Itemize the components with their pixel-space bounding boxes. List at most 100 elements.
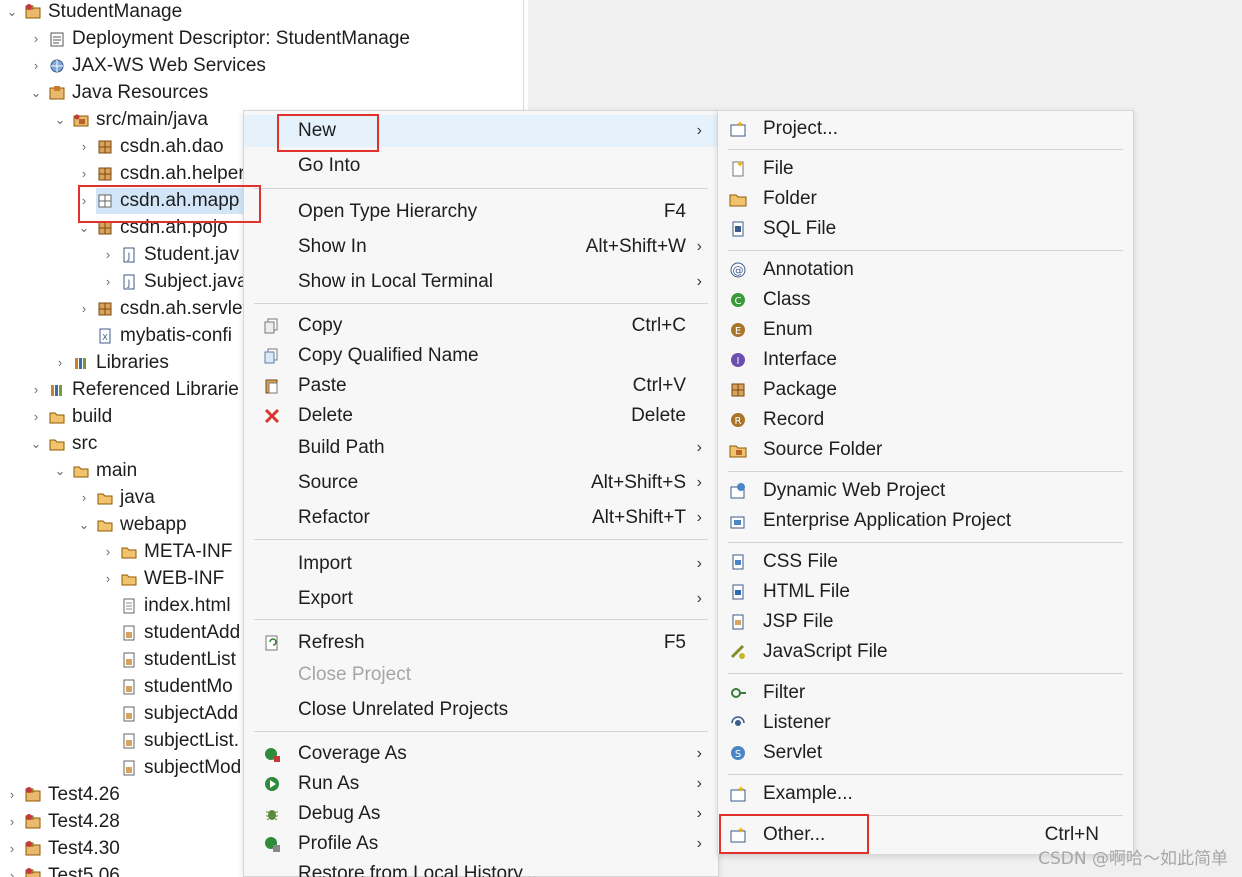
menu-item-source[interactable]: Source Alt+Shift+S › (244, 467, 718, 499)
menu-item-close-unrelated-projects[interactable]: Close Unrelated Projects (244, 694, 718, 726)
new-menu-item-sql-file[interactable]: SQL File (718, 213, 1133, 245)
chevron-right-icon[interactable]: › (100, 565, 116, 592)
chevron-right-icon[interactable]: › (76, 133, 92, 160)
new-menu-item-package[interactable]: Package (718, 374, 1133, 406)
submenu-arrow-icon: › (696, 474, 702, 491)
menu-item-label: Folder (763, 188, 817, 209)
menu-item-export[interactable]: Export › (244, 583, 718, 615)
menu-item-shortcut: Alt+Shift+S (590, 472, 686, 493)
chevron-down-icon[interactable]: ⌄ (28, 430, 44, 457)
menu-item-refactor[interactable]: Refactor Alt+Shift+T › (244, 502, 718, 534)
menu-item-label: Close Project (298, 664, 411, 685)
chevron-right-icon[interactable]: › (4, 808, 20, 835)
chevron-right-icon[interactable]: › (100, 268, 116, 295)
menu-item-refresh[interactable]: Refresh F5 (244, 627, 718, 659)
new-menu-item-folder[interactable]: Folder (718, 183, 1133, 215)
chevron-right-icon[interactable]: › (28, 403, 44, 430)
menu-separator (728, 250, 1123, 251)
menu-item-coverage-as[interactable]: Coverage As › (244, 738, 718, 770)
new-menu-item-enum[interactable]: E Enum (718, 314, 1133, 346)
new-menu-item-filter[interactable]: Filter (718, 677, 1133, 709)
menu-item-delete[interactable]: Delete Delete (244, 400, 718, 432)
menu-item-import[interactable]: Import › (244, 548, 718, 580)
new-menu-item-css-file[interactable]: CSS File (718, 546, 1133, 578)
menu-item-show-in[interactable]: Show In Alt+Shift+W › (244, 231, 718, 263)
chevron-right-icon[interactable]: › (28, 52, 44, 79)
tree-item-label: META-INF (144, 540, 233, 562)
tree-item-label: webapp (120, 513, 187, 535)
folder-icon (48, 435, 66, 453)
svg-text:S: S (735, 749, 741, 760)
chevron-right-icon[interactable]: › (28, 25, 44, 52)
chevron-right-icon[interactable]: › (100, 538, 116, 565)
tree-item[interactable]: › JAX-WS Web Services (0, 52, 524, 79)
menu-separator (254, 731, 708, 732)
menu-item-profile-as[interactable]: Profile As › (244, 828, 718, 860)
menu-item-shortcut: Ctrl+N (1044, 824, 1099, 845)
chevron-right-icon[interactable]: › (76, 295, 92, 322)
menu-separator (728, 542, 1123, 543)
svg-text:R: R (735, 416, 742, 427)
menu-item-build-path[interactable]: Build Path › (244, 432, 718, 464)
new-menu-item-interface[interactable]: I Interface (718, 344, 1133, 376)
chevron-down-icon[interactable]: ⌄ (52, 106, 68, 133)
menu-item-label: Record (763, 409, 825, 430)
chevron-right-icon[interactable]: › (28, 376, 44, 403)
menu-separator (254, 188, 708, 189)
new-menu-item-jsp-file[interactable]: JSP File (718, 606, 1133, 638)
chevron-right-icon[interactable]: › (52, 349, 68, 376)
menu-item-go-into[interactable]: Go Into (244, 150, 718, 182)
menu-item-copy[interactable]: Copy Ctrl+C (244, 310, 718, 342)
menu-item-restore-from-local-history[interactable]: Restore from Local History... (244, 858, 718, 877)
menu-item-open-type-hierarchy[interactable]: Open Type Hierarchy F4 (244, 196, 718, 228)
chevron-right-icon[interactable]: › (4, 862, 20, 877)
dynamic-web-project-icon (728, 481, 748, 501)
menu-item-run-as[interactable]: Run As › (244, 768, 718, 800)
new-menu-item-annotation[interactable]: @ Annotation (718, 254, 1133, 286)
chevron-down-icon[interactable]: ⌄ (52, 457, 68, 484)
new-menu-item-example[interactable]: Example... (718, 778, 1133, 810)
chevron-down-icon[interactable]: ⌄ (28, 79, 44, 106)
new-menu-item-enterprise-application-project[interactable]: Enterprise Application Project (718, 505, 1133, 537)
chevron-right-icon[interactable]: › (76, 484, 92, 511)
new-menu-item-file[interactable]: File (718, 153, 1133, 185)
jsp-file-icon (120, 705, 138, 723)
chevron-down-icon[interactable]: ⌄ (76, 511, 92, 538)
menu-item-debug-as[interactable]: Debug As › (244, 798, 718, 830)
menu-separator (728, 673, 1123, 674)
tree-item-label: Libraries (96, 351, 169, 373)
new-menu-item-listener[interactable]: Listener (718, 707, 1133, 739)
tree-item[interactable]: › Deployment Descriptor: StudentManage (0, 25, 524, 52)
svg-text:J: J (127, 252, 131, 262)
menu-item-shortcut: Ctrl+C (631, 315, 686, 336)
chevron-down-icon[interactable]: ⌄ (4, 0, 20, 25)
menu-item-show-in-local-terminal[interactable]: Show in Local Terminal › (244, 266, 718, 298)
chevron-right-icon[interactable]: › (4, 835, 20, 862)
new-menu-item-javascript-file[interactable]: JavaScript File (718, 636, 1133, 668)
menu-item-label: Copy (298, 315, 343, 336)
chevron-right-icon[interactable]: › (100, 241, 116, 268)
chevron-right-icon[interactable]: › (76, 160, 92, 187)
submenu-arrow-icon: › (696, 122, 702, 139)
menu-item-label: Listener (763, 712, 831, 733)
new-menu-item-record[interactable]: R Record (718, 404, 1133, 436)
tree-item[interactable]: ⌄ StudentManage (0, 0, 524, 25)
submenu-arrow-icon: › (696, 555, 702, 572)
menu-item-paste[interactable]: Paste Ctrl+V (244, 370, 718, 402)
menu-item-copy-qualified-name[interactable]: Copy Qualified Name (244, 340, 718, 372)
new-menu-item-html-file[interactable]: HTML File (718, 576, 1133, 608)
html-file-icon (728, 582, 748, 602)
new-menu-item-source-folder[interactable]: Source Folder (718, 434, 1133, 466)
copy-icon (262, 316, 282, 336)
menu-item-label: JavaScript File (763, 641, 888, 662)
new-menu-item-servlet[interactable]: S Servlet (718, 737, 1133, 769)
tree-item-label: subjectList. (144, 729, 240, 751)
chevron-right-icon[interactable]: › (4, 781, 20, 808)
new-menu-item-class[interactable]: C Class (718, 284, 1133, 316)
new-menu-item-project[interactable]: Project... (718, 113, 1133, 145)
new-submenu: Project... File Folder SQL File @ Annotation C… (717, 110, 1134, 855)
tree-item[interactable]: ⌄ Java Resources (0, 79, 524, 106)
new-menu-item-dynamic-web-project[interactable]: Dynamic Web Project (718, 475, 1133, 507)
